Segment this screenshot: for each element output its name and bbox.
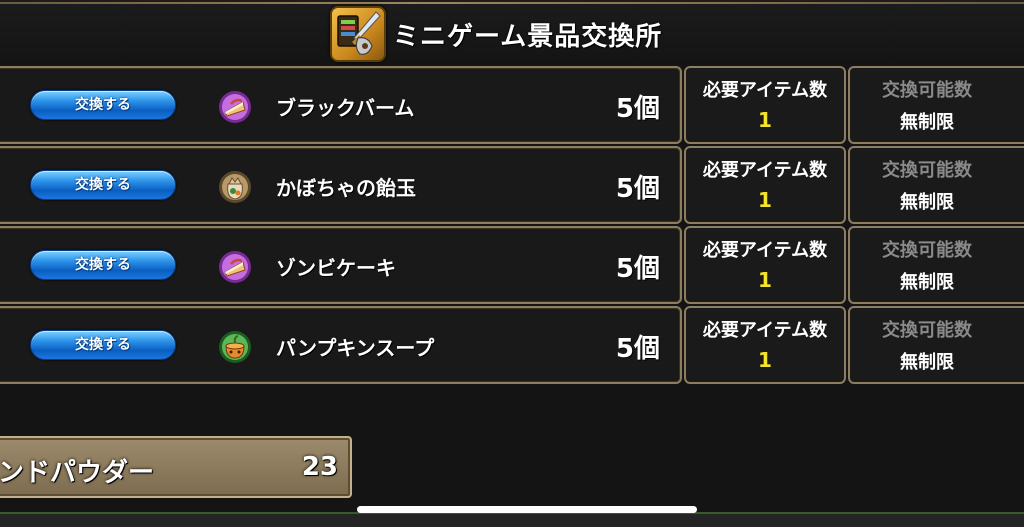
item-name: パンプキンスープ <box>276 336 435 360</box>
exchange-limit-label: 交換可能数 <box>882 160 972 181</box>
required-items-label: 必要アイテム数 <box>702 160 828 181</box>
sword-shield-icon <box>330 6 386 62</box>
exchange-screen: ミニゲーム景品交換所 交換する ブラックバーム 5個 必要アイテム数 1 交換可… <box>0 0 1024 527</box>
currency-value: 23 <box>301 452 338 482</box>
item-quantity: 5個 <box>615 254 660 284</box>
exchange-button[interactable]: 交換する <box>30 90 176 120</box>
exchange-limit-value: 無制限 <box>900 112 954 133</box>
currency-panel: ンドパウダー 23 <box>0 436 352 498</box>
cake-slice-icon <box>216 248 254 286</box>
exchange-limit-label: 交換可能数 <box>882 80 972 101</box>
exchange-limit-box: 交換可能数 無制限 <box>848 226 1024 304</box>
row-main-panel: 交換する かぼちゃの飴玉 5個 <box>0 146 682 224</box>
item-quantity: 5個 <box>615 94 660 124</box>
currency-label: ンドパウダー <box>0 458 155 488</box>
exchange-row: 交換する ゾンビケーキ 5個 必要アイテム数 1 交換可能数 無制限 <box>0 226 1024 304</box>
exchange-row: 交換する かぼちゃの飴玉 5個 必要アイテム数 1 交換可能数 無制限 <box>0 146 1024 224</box>
cake-slice-icon <box>216 88 254 126</box>
header-bar: ミニゲーム景品交換所 <box>0 0 1024 64</box>
required-items-value: 1 <box>758 348 772 372</box>
exchange-button[interactable]: 交換する <box>30 330 176 360</box>
required-items-value: 1 <box>758 268 772 292</box>
soup-pot-icon <box>216 328 254 366</box>
row-main-panel: 交換する ブラックバーム 5個 <box>0 66 682 144</box>
candy-bag-icon <box>216 168 254 206</box>
exchange-row: 交換する ブラックバーム 5個 必要アイテム数 1 交換可能数 無制限 <box>0 66 1024 144</box>
row-main-panel: 交換する ゾンビケーキ 5個 <box>0 226 682 304</box>
required-items-box: 必要アイテム数 1 <box>684 226 846 304</box>
home-indicator[interactable] <box>357 506 697 513</box>
header-divider <box>0 2 1024 4</box>
item-name: ブラックバーム <box>276 96 415 120</box>
exchange-limit-value: 無制限 <box>900 352 954 373</box>
item-name: ゾンビケーキ <box>276 256 396 280</box>
required-items-box: 必要アイテム数 1 <box>684 146 846 224</box>
exchange-limit-box: 交換可能数 無制限 <box>848 66 1024 144</box>
required-items-value: 1 <box>758 108 772 132</box>
exchange-limit-value: 無制限 <box>900 272 954 293</box>
footer-bar <box>0 512 1024 527</box>
exchange-button[interactable]: 交換する <box>30 250 176 280</box>
required-items-label: 必要アイテム数 <box>702 80 828 101</box>
page-title: ミニゲーム景品交換所 <box>393 22 663 52</box>
required-items-box: 必要アイテム数 1 <box>684 66 846 144</box>
required-items-label: 必要アイテム数 <box>702 320 828 341</box>
exchange-limit-value: 無制限 <box>900 192 954 213</box>
item-quantity: 5個 <box>615 174 660 204</box>
item-quantity: 5個 <box>615 334 660 364</box>
row-main-panel: 交換する パンプキンスープ 5個 <box>0 306 682 384</box>
exchange-button[interactable]: 交換する <box>30 170 176 200</box>
exchange-row: 交換する パンプキンスープ 5個 必要アイテム数 1 交換可能数 無制限 <box>0 306 1024 384</box>
item-name: かぼちゃの飴玉 <box>276 176 416 200</box>
required-items-box: 必要アイテム数 1 <box>684 306 846 384</box>
exchange-limit-label: 交換可能数 <box>882 240 972 261</box>
required-items-value: 1 <box>758 188 772 212</box>
exchange-limit-box: 交換可能数 無制限 <box>848 146 1024 224</box>
exchange-limit-box: 交換可能数 無制限 <box>848 306 1024 384</box>
exchange-limit-label: 交換可能数 <box>882 320 972 341</box>
required-items-label: 必要アイテム数 <box>702 240 828 261</box>
